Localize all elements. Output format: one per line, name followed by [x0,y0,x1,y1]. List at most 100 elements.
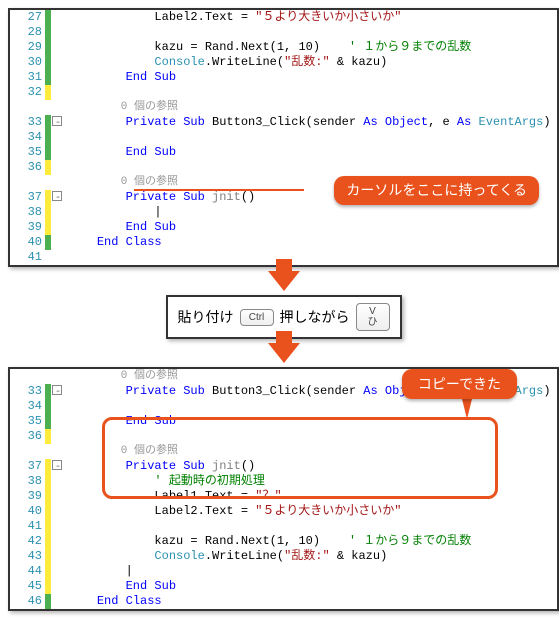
code-line[interactable]: 37 Private Sub jnit() [10,459,557,474]
code-line[interactable]: 34 [10,399,557,414]
line-number: 35 [10,145,45,160]
code-line[interactable]: 39 Label1.Text = "？" [10,489,557,504]
code-editor-before[interactable]: 27 Label2.Text = "５より大きいか小さいか"2829 kazu … [8,8,559,267]
code-text[interactable]: ' 起動時の初期処理 [66,474,557,489]
line-number: 45 [10,579,45,594]
outline-toggle [51,85,66,100]
outline-toggle [51,160,66,175]
code-line[interactable]: 34 [10,130,557,145]
line-number: 34 [10,399,45,414]
code-text[interactable]: Label2.Text = "５より大きいか小さいか" [66,504,557,519]
outline-toggle [51,474,66,489]
outline-toggle [51,205,66,220]
outline-toggle[interactable] [51,384,66,399]
code-line[interactable]: 33 Private Sub Button3_Click(sender As O… [10,115,557,130]
code-text[interactable] [66,519,557,534]
codelens-references[interactable]: 0 個の参照 [10,100,557,115]
code-text[interactable]: | [66,205,557,220]
code-line[interactable]: 36 [10,429,557,444]
outline-toggle [51,10,66,25]
key-ctrl: Ctrl [240,309,274,326]
outline-toggle [51,534,66,549]
outline-toggle [51,489,66,504]
code-text[interactable]: End Sub [66,70,557,85]
code-line[interactable]: 40 End Class [10,235,557,250]
callout-copied: コピーできた [402,369,517,399]
code-text[interactable]: Label1.Text = "？" [66,489,557,504]
codelens-references[interactable]: 0 個の参照 [10,444,557,459]
line-number: 33 [10,384,45,399]
outline-toggle [51,70,66,85]
outline-toggle [51,130,66,145]
line-number: 31 [10,70,45,85]
line-number: 41 [10,250,45,265]
code-line[interactable]: 41 [10,519,557,534]
code-line[interactable]: 42 kazu = Rand.Next(1, 10) ' １から９までの乱数 [10,534,557,549]
code-text[interactable]: End Sub [66,145,557,160]
outline-toggle [51,429,66,444]
code-text[interactable]: kazu = Rand.Next(1, 10) ' １から９までの乱数 [66,40,557,55]
line-number: 35 [10,414,45,429]
code-line[interactable]: 28 [10,25,557,40]
code-text[interactable] [66,429,557,444]
outline-toggle [51,40,66,55]
code-text[interactable]: End Sub [66,414,557,429]
line-number: 37 [10,190,45,205]
callout-pointer-line [134,189,304,191]
outline-toggle[interactable] [51,190,66,205]
code-text[interactable]: End Sub [66,579,557,594]
code-text[interactable]: End Class [66,594,557,609]
code-line[interactable]: 35 End Sub [10,414,557,429]
code-text[interactable] [66,160,557,175]
outline-toggle [51,250,66,265]
code-text[interactable] [66,130,557,145]
code-line[interactable]: 39 End Sub [10,220,557,235]
code-line[interactable]: 27 Label2.Text = "５より大きいか小さいか" [10,10,557,25]
code-text[interactable] [66,250,557,265]
code-text[interactable]: End Class [66,235,557,250]
code-line[interactable]: 40 Label2.Text = "５より大きいか小さいか" [10,504,557,519]
code-text[interactable] [66,399,557,414]
code-line[interactable]: 44 | [10,564,557,579]
code-line[interactable]: 38 ' 起動時の初期処理 [10,474,557,489]
code-text[interactable]: Private Sub Button3_Click(sender As Obje… [66,115,557,130]
outline-toggle [51,145,66,160]
line-number: 36 [10,429,45,444]
line-number: 38 [10,205,45,220]
code-editor-after[interactable]: コピーできた 0 個の参照33 Private Sub Button3_Clic… [8,367,559,611]
line-number: 40 [10,504,45,519]
code-line[interactable]: 30 Console.WriteLine("乱数:" & kazu) [10,55,557,70]
code-text[interactable]: Console.WriteLine("乱数:" & kazu) [66,549,557,564]
line-number: 46 [10,594,45,609]
code-line[interactable]: 38 | [10,205,557,220]
outline-toggle[interactable] [51,459,66,474]
outline-toggle [51,220,66,235]
line-number: 28 [10,25,45,40]
outline-toggle[interactable] [51,115,66,130]
line-number: 42 [10,534,45,549]
code-text[interactable]: End Sub [66,220,557,235]
line-number: 34 [10,130,45,145]
outline-toggle [51,564,66,579]
outline-toggle [51,399,66,414]
code-text[interactable]: | [66,564,557,579]
code-line[interactable]: 35 End Sub [10,145,557,160]
code-text[interactable]: Private Sub jnit() [66,459,557,474]
code-line[interactable]: 43 Console.WriteLine("乱数:" & kazu) [10,549,557,564]
code-text[interactable] [66,25,557,40]
code-line[interactable]: 46 End Class [10,594,557,609]
code-text[interactable]: Label2.Text = "５より大きいか小さいか" [66,10,557,25]
code-text[interactable]: Console.WriteLine("乱数:" & kazu) [66,55,557,70]
code-line[interactable]: 31 End Sub [10,70,557,85]
key-v: V ひ [356,303,390,331]
code-line[interactable]: 29 kazu = Rand.Next(1, 10) ' １から９までの乱数 [10,40,557,55]
code-line[interactable]: 45 End Sub [10,579,557,594]
line-number: 30 [10,55,45,70]
code-line[interactable]: 36 [10,160,557,175]
line-number: 29 [10,40,45,55]
arrow-down-icon [268,271,300,291]
code-text[interactable]: kazu = Rand.Next(1, 10) ' １から９までの乱数 [66,534,557,549]
code-text[interactable] [66,85,557,100]
code-line[interactable]: 32 [10,85,557,100]
line-number: 39 [10,489,45,504]
